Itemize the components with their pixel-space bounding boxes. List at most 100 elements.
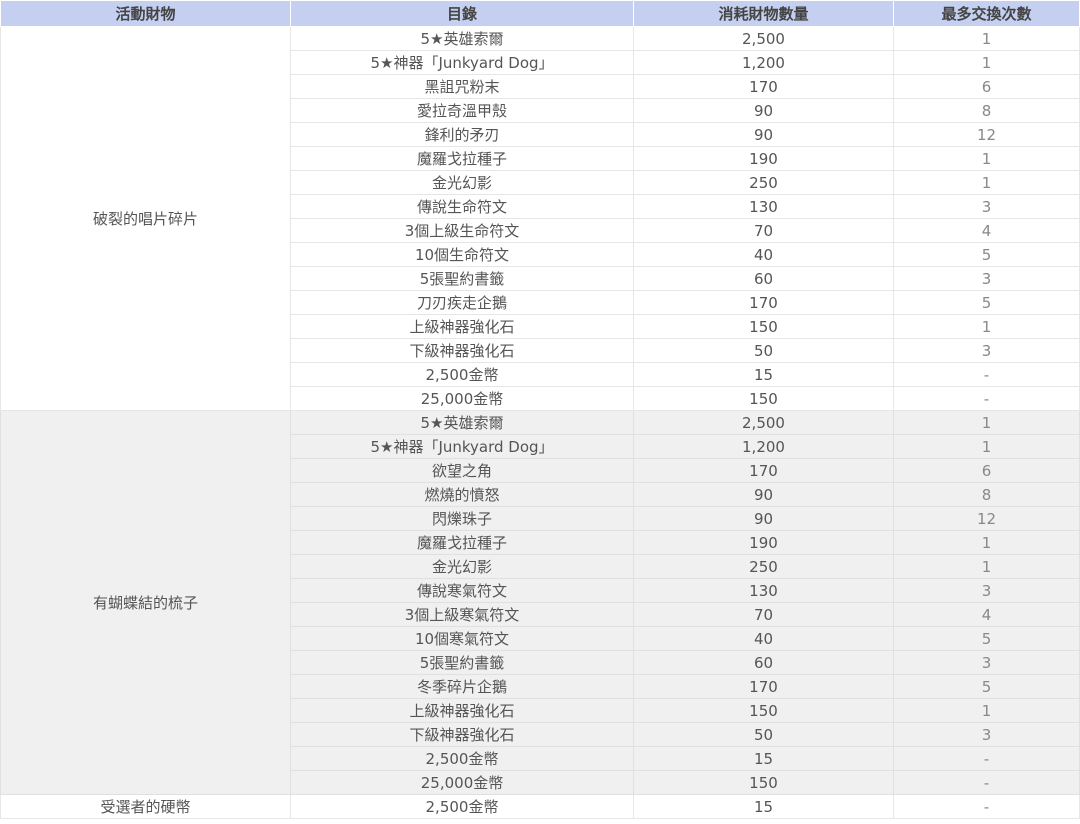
catalog-cell: 10個寒氣符文 <box>290 626 634 651</box>
max-exchanges-cell: 1 <box>893 26 1080 51</box>
catalog-cell: 金光幻影 <box>290 170 634 195</box>
cost-cell: 50 <box>633 722 894 747</box>
table-header: 活動財物 目錄 消耗財物數量 最多交換次數 <box>0 0 1080 27</box>
catalog-cell: 金光幻影 <box>290 554 634 579</box>
cost-cell: 60 <box>633 266 894 291</box>
cost-cell: 190 <box>633 146 894 171</box>
header-row: 活動財物 目錄 消耗財物數量 最多交換次數 <box>0 0 1080 27</box>
max-exchanges-cell: 5 <box>893 290 1080 315</box>
catalog-cell: 25,000金幣 <box>290 770 634 795</box>
header-event-item: 活動財物 <box>0 0 291 27</box>
max-exchanges-cell: 1 <box>893 554 1080 579</box>
cost-cell: 150 <box>633 770 894 795</box>
max-exchanges-cell: 3 <box>893 578 1080 603</box>
event-item-cell: 受選者的硬幣 <box>0 794 291 819</box>
catalog-cell: 5★英雄索爾 <box>290 26 634 51</box>
cost-cell: 250 <box>633 554 894 579</box>
catalog-cell: 鋒利的矛刃 <box>290 122 634 147</box>
max-exchanges-cell: 1 <box>893 170 1080 195</box>
cost-cell: 150 <box>633 314 894 339</box>
max-exchanges-cell: 1 <box>893 698 1080 723</box>
catalog-cell: 黑詛咒粉末 <box>290 74 634 99</box>
max-exchanges-cell: 5 <box>893 242 1080 267</box>
cost-cell: 170 <box>633 74 894 99</box>
cost-cell: 190 <box>633 530 894 555</box>
cost-cell: 50 <box>633 338 894 363</box>
cost-cell: 2,500 <box>633 410 894 435</box>
catalog-cell: 2,500金幣 <box>290 794 634 819</box>
max-exchanges-cell: 3 <box>893 266 1080 291</box>
event-item-cell: 有蝴蝶結的梳子 <box>0 410 291 795</box>
max-exchanges-cell: 3 <box>893 194 1080 219</box>
header-catalog: 目錄 <box>290 0 634 27</box>
max-exchanges-cell: 6 <box>893 74 1080 99</box>
table-row: 破裂的唱片碎片 5★英雄索爾 2,500 1 <box>0 26 1080 411</box>
max-exchanges-cell: 1 <box>893 410 1080 435</box>
exchange-table: 活動財物 目錄 消耗財物數量 最多交換次數 破裂的唱片碎片 5★英雄索爾 2,500… <box>0 0 1080 819</box>
table-row: 有蝴蝶結的梳子 5★英雄索爾 2,500 1 <box>0 410 1080 795</box>
cost-cell: 150 <box>633 386 894 411</box>
cost-cell: 130 <box>633 578 894 603</box>
max-exchanges-cell: 1 <box>893 314 1080 339</box>
cost-cell: 70 <box>633 602 894 627</box>
max-exchanges-cell: 3 <box>893 650 1080 675</box>
max-exchanges-cell: 6 <box>893 458 1080 483</box>
catalog-cell: 5張聖約書籤 <box>290 266 634 291</box>
cost-cell: 170 <box>633 674 894 699</box>
cost-cell: 90 <box>633 98 894 123</box>
catalog-cell: 3個上級生命符文 <box>290 218 634 243</box>
catalog-cell: 傳說生命符文 <box>290 194 634 219</box>
max-exchanges-cell: 1 <box>893 530 1080 555</box>
catalog-cell: 5★神器「Junkyard Dog」 <box>290 434 634 459</box>
header-max-exchanges: 最多交換次數 <box>893 0 1080 27</box>
max-exchanges-cell: 5 <box>893 626 1080 651</box>
catalog-cell: 上級神器強化石 <box>290 698 634 723</box>
max-exchanges-cell: 12 <box>893 122 1080 147</box>
cost-cell: 1,200 <box>633 50 894 75</box>
max-exchanges-cell: 8 <box>893 98 1080 123</box>
max-exchanges-cell: 1 <box>893 146 1080 171</box>
catalog-cell: 閃爍珠子 <box>290 506 634 531</box>
cost-cell: 130 <box>633 194 894 219</box>
table-row: 受選者的硬幣 2,500金幣 15- <box>0 794 1080 819</box>
catalog-cell: 下級神器強化石 <box>290 722 634 747</box>
max-exchanges-cell: 1 <box>893 50 1080 75</box>
cost-cell: 40 <box>633 242 894 267</box>
catalog-cell: 2,500金幣 <box>290 746 634 771</box>
catalog-cell: 5張聖約書籤 <box>290 650 634 675</box>
group-chosen-coin: 受選者的硬幣 2,500金幣 15- <box>0 794 1080 819</box>
catalog-cell: 魔羅戈拉種子 <box>290 530 634 555</box>
max-exchanges-cell: 3 <box>893 722 1080 747</box>
max-exchanges-cell: 5 <box>893 674 1080 699</box>
catalog-cell: 冬季碎片企鵝 <box>290 674 634 699</box>
cost-cell: 70 <box>633 218 894 243</box>
catalog-cell: 燃燒的憤怒 <box>290 482 634 507</box>
cost-cell: 40 <box>633 626 894 651</box>
max-exchanges-cell: 8 <box>893 482 1080 507</box>
cost-cell: 15 <box>633 362 894 387</box>
catalog-cell: 3個上級寒氣符文 <box>290 602 634 627</box>
catalog-cell: 10個生命符文 <box>290 242 634 267</box>
max-exchanges-cell: - <box>893 770 1080 795</box>
catalog-cell: 愛拉奇溫甲殼 <box>290 98 634 123</box>
max-exchanges-cell: - <box>893 362 1080 387</box>
catalog-cell: 傳說寒氣符文 <box>290 578 634 603</box>
header-cost: 消耗財物數量 <box>633 0 894 27</box>
cost-cell: 170 <box>633 290 894 315</box>
catalog-cell: 25,000金幣 <box>290 386 634 411</box>
cost-cell: 15 <box>633 746 894 771</box>
cost-cell: 90 <box>633 482 894 507</box>
cost-cell: 1,200 <box>633 434 894 459</box>
catalog-cell: 5★英雄索爾 <box>290 410 634 435</box>
group-broken-record: 破裂的唱片碎片 5★英雄索爾 2,500 1 5★神器「Junkyard Dog」 1,2… <box>0 26 1080 411</box>
cost-cell: 170 <box>633 458 894 483</box>
cost-cell: 90 <box>633 122 894 147</box>
max-exchanges-cell: 1 <box>893 434 1080 459</box>
max-exchanges-cell: 3 <box>893 338 1080 363</box>
max-exchanges-cell: 12 <box>893 506 1080 531</box>
catalog-cell: 2,500金幣 <box>290 362 634 387</box>
max-exchanges-cell: - <box>893 386 1080 411</box>
catalog-cell: 魔羅戈拉種子 <box>290 146 634 171</box>
max-exchanges-cell: - <box>893 794 1080 819</box>
catalog-cell: 5★神器「Junkyard Dog」 <box>290 50 634 75</box>
